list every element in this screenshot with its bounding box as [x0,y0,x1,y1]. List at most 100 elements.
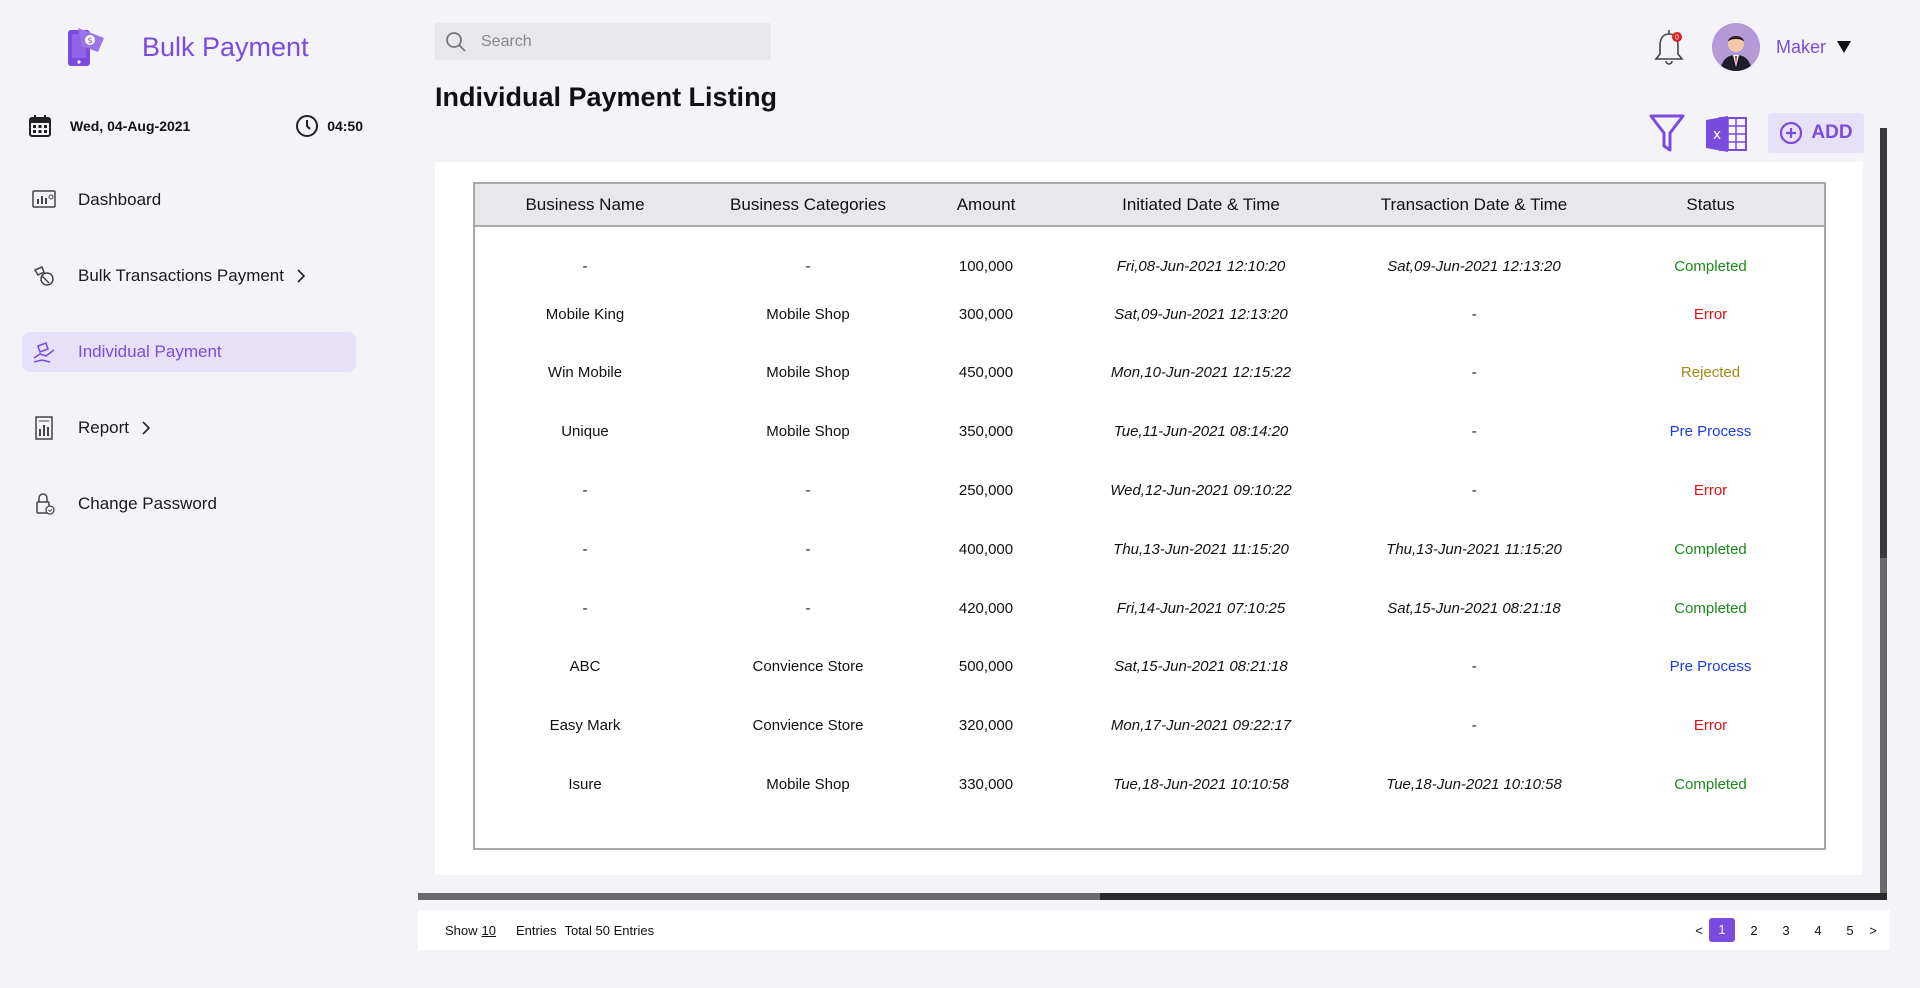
cell-business-name: Win Mobile [547,364,623,382]
notification-badge-count: 0 [1675,34,1679,42]
sidebar-item-bulk-transactions[interactable]: Bulk Transactions Payment [22,256,356,296]
horizontal-scrollbar-thumb[interactable] [1100,893,1887,900]
cell-business-category: - [805,258,811,276]
status-badge: Pre Process [1669,658,1752,676]
user-avatar-icon [1712,23,1760,71]
cell-transaction-datetime: Tue,18-Jun-2021 10:10:58 [1386,776,1562,794]
search-bar [435,23,771,60]
cell-business-category: - [805,540,811,558]
vertical-scrollbar-thumb[interactable] [1880,128,1887,558]
sidebar-item-individual-payment[interactable]: Individual Payment [22,332,356,372]
brand[interactable]: $ Bulk Payment [64,24,309,70]
column-header-business-name[interactable]: Business Name [475,184,695,226]
cell-business-name: ABC [569,658,601,676]
caret-down-icon[interactable] [1836,40,1852,54]
table-row[interactable]: Easy Mark Convience Store 320,000 Mon,17-Ju… [475,696,1824,755]
avatar[interactable] [1712,23,1760,71]
chevron-right-icon [297,269,306,283]
column-header-amount[interactable]: Amount [921,184,1051,226]
table-row[interactable]: Win Mobile Mobile Shop 450,000 Mon,10-Jun-2… [475,344,1824,403]
plus-circle-icon [1780,121,1803,145]
cell-transaction-datetime: Sat,09-Jun-2021 12:13:20 [1387,258,1561,276]
cell-amount: 250,000 [958,482,1014,500]
table-header-row: Business Name Business Categories Amount… [475,184,1824,226]
cell-transaction-datetime: - [1471,364,1477,382]
cell-initiated-datetime: Mon,10-Jun-2021 12:15:22 [1110,364,1292,382]
prev-page-button[interactable]: < [1692,923,1706,938]
table-row[interactable]: - - 400,000 Thu,13-Jun-2021 11:15:20 Thu,13-… [475,520,1824,579]
page-button[interactable]: 5 [1834,923,1866,938]
listing-card: Business Name Business Categories Amount… [435,162,1863,875]
user-name[interactable]: Maker [1776,37,1826,58]
cell-amount: 420,000 [958,599,1014,617]
wallet-phone-logo-icon: $ [68,28,104,66]
chevron-right-icon [142,421,151,435]
column-header-status[interactable]: Status [1597,184,1824,226]
sidebar-item-report[interactable]: Report [22,408,356,448]
individual-payment-icon [33,342,55,363]
excel-export-icon[interactable]: x [1704,114,1750,154]
page-button[interactable]: 4 [1802,923,1834,938]
svg-text:x: x [1713,127,1721,143]
table-row[interactable]: Isure Mobile Shop 330,000 Tue,18-Jun-2021 1… [475,755,1824,814]
table-row[interactable]: Mobile King Mobile Shop 300,000 Sat,09-Jun-… [475,285,1824,344]
page-size-select[interactable]: 10 [482,923,496,938]
report-icon [35,416,53,440]
current-date: Wed, 04-Aug-2021 [70,118,191,134]
show-label: Show [445,922,478,938]
table-row[interactable]: Unique Mobile Shop 350,000 Tue,11-Jun-2021 … [475,402,1824,461]
column-header-business-categories[interactable]: Business Categories [695,184,921,226]
cell-business-category: Mobile Shop [766,305,850,323]
cell-business-name: - [582,599,588,617]
bulk-transactions-icon [33,266,54,286]
cell-initiated-datetime: Thu,13-Jun-2021 11:15:20 [1113,540,1289,558]
table-frame: Business Name Business Categories Amount… [473,182,1826,850]
add-button[interactable]: ADD [1768,113,1864,153]
column-header-transaction[interactable]: Transaction Date & Time [1351,184,1597,226]
cell-transaction-datetime: - [1471,423,1477,441]
status-badge: Completed [1674,540,1747,558]
status-badge: Error [1693,305,1728,323]
filter-icon[interactable] [1648,112,1686,154]
page-button[interactable]: 2 [1738,923,1770,938]
sidebar-nav: Dashboard Bulk Transactions Payment Indi… [22,180,356,560]
add-button-label: ADD [1811,122,1853,143]
column-header-initiated[interactable]: Initiated Date & Time [1051,184,1351,226]
cell-initiated-datetime: Sat,15-Jun-2021 08:21:18 [1114,658,1288,676]
cell-business-name: Mobile King [545,305,625,323]
table-row[interactable]: ABC Convience Store 500,000 Sat,15-Jun-2021… [475,638,1824,697]
table-row[interactable]: - - 420,000 Fri,14-Jun-2021 07:10:25 Sat,15-… [475,579,1824,638]
sidebar-item-label: Individual Payment [78,342,222,361]
cell-business-name: - [582,540,588,558]
table-row[interactable]: - - 100,000 Fri,08-Jun-2021 12:10:20 Sat,09-… [475,226,1824,285]
cell-amount: 100,000 [958,258,1014,276]
cell-business-category: - [805,482,811,500]
table-row[interactable]: - - 250,000 Wed,12-Jun-2021 09:10:22 - Error [475,461,1824,520]
sidebar-item-label: Bulk Transactions Payment [78,266,284,285]
page-button[interactable]: 3 [1770,923,1802,938]
svg-text:$: $ [87,36,92,45]
sidebar-item-dashboard[interactable]: Dashboard [22,180,356,220]
table-body: - - 100,000 Fri,08-Jun-2021 12:10:20 Sat,09-… [475,226,1824,814]
cell-amount: 330,000 [958,776,1014,794]
sidebar-item-label: Change Password [78,494,217,513]
cell-business-category: Mobile Shop [766,364,850,382]
sidebar-item-change-password[interactable]: Change Password [22,484,356,524]
cell-business-category: Convience Store [752,658,864,676]
next-page-button[interactable]: > [1866,923,1880,938]
cell-business-name: Unique [561,423,609,441]
search-input[interactable] [481,32,741,51]
cell-initiated-datetime: Tue,18-Jun-2021 10:10:58 [1113,776,1289,794]
dashboard-icon [32,190,56,208]
cell-initiated-datetime: Wed,12-Jun-2021 09:10:22 [1110,482,1292,500]
status-badge: Error [1693,717,1728,735]
page-button-current[interactable]: 1 [1709,918,1735,942]
cell-business-name: - [582,482,588,500]
table-footer: Show 10 Entries Total 50 Entries < 1 2 3… [418,910,1890,950]
app-title: Bulk Payment [142,31,309,62]
notification-bell-icon[interactable]: 0 [1650,28,1688,68]
cell-initiated-datetime: Fri,08-Jun-2021 12:10:20 [1116,258,1286,276]
cell-initiated-datetime: Tue,11-Jun-2021 08:14:20 [1113,423,1289,441]
cell-transaction-datetime: - [1471,305,1477,323]
status-badge: Completed [1674,258,1747,276]
